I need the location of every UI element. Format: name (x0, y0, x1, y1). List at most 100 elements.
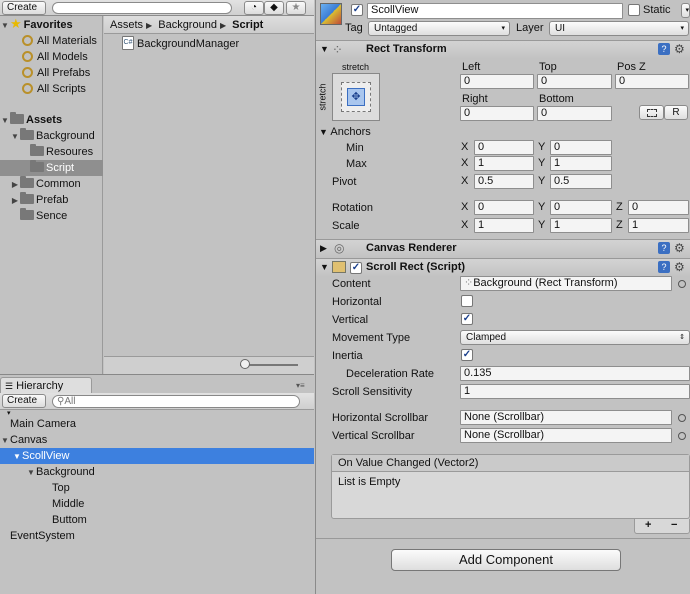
favorite-star-button[interactable]: ★ (286, 1, 306, 15)
hierarchy-toolbar: Create ▾ ⚲All (0, 393, 314, 417)
hierarchy-search-input[interactable]: ⚲All (52, 395, 300, 408)
object-picker-icon[interactable] (678, 280, 686, 288)
hierarchy-item-top[interactable]: Top (0, 480, 314, 496)
folder-item-resoures[interactable]: Resoures (0, 144, 103, 160)
vertical-checkbox[interactable]: ✓ (461, 313, 473, 325)
anchor-presets-button[interactable]: ✥ (332, 73, 380, 121)
top-field[interactable]: 0 (537, 74, 612, 89)
hierarchy-item-canvas[interactable]: ▼Canvas (0, 432, 314, 448)
hierarchy-item-scollview[interactable]: ▼ScollView (0, 448, 314, 464)
scroll-rect-header[interactable]: ▼ ✓ Scroll Rect (Script) ? ⚙ (316, 258, 690, 276)
horizontal-checkbox[interactable] (461, 295, 473, 307)
remove-event-button[interactable]: − (671, 519, 677, 531)
vertical-scrollbar-field[interactable]: None (Scrollbar) (460, 428, 672, 443)
object-picker-icon[interactable] (678, 414, 686, 422)
add-component-button[interactable]: Add Component (391, 549, 621, 571)
vertical-scrollbar-value: None (Scrollbar) (464, 429, 545, 441)
favorites-header[interactable]: ▼★ Favorites (0, 16, 103, 32)
scale-x-field[interactable]: 1 (474, 218, 534, 233)
raw-edit-button[interactable]: R (664, 105, 688, 120)
help-icon[interactable]: ? (658, 261, 670, 273)
blueprint-mode-button[interactable] (639, 105, 664, 120)
object-picker-icon[interactable] (678, 432, 686, 440)
hierarchy-item-label: Top (52, 482, 70, 494)
horizontal-scrollbar-value: None (Scrollbar) (464, 411, 545, 423)
tag-dropdown[interactable]: Untagged ▾ (368, 21, 510, 36)
horizontal-scrollbar-field[interactable]: None (Scrollbar) (460, 410, 672, 425)
hierarchy-item-main-camera[interactable]: Main Camera (0, 416, 314, 432)
help-icon[interactable]: ? (658, 43, 670, 55)
icon-size-slider-handle[interactable] (240, 359, 250, 369)
folder-item-script[interactable]: Script (0, 160, 103, 176)
content-field[interactable]: ⁘Background (Rect Transform) (460, 276, 672, 291)
anchors-max-x-field[interactable]: 1 (474, 156, 534, 171)
folder-item-sence[interactable]: Sence (0, 208, 103, 224)
folder-item-background[interactable]: ▼ Background (0, 128, 103, 144)
tab-hierarchy[interactable]: ☰ Hierarchy (0, 377, 92, 393)
rotation-x-field[interactable]: 0 (474, 200, 534, 215)
add-component-label: Add Component (459, 552, 553, 567)
pivot-y-field[interactable]: 0.5 (550, 174, 612, 189)
panel-menu-icon[interactable]: ▾≡ (296, 381, 305, 390)
gear-icon[interactable]: ⚙ (674, 242, 685, 254)
breadcrumb-item[interactable]: Background (158, 19, 217, 31)
active-checkbox[interactable]: ✓ (351, 4, 363, 16)
right-field[interactable]: 0 (460, 106, 534, 121)
x-label: X (461, 201, 469, 213)
deceleration-rate-field[interactable]: 0.135 (460, 366, 690, 381)
canvas-renderer-header[interactable]: ▶ ◎ Canvas Renderer ? ⚙ (316, 239, 690, 257)
asset-file-item[interactable]: C# BackgroundManager (122, 36, 239, 52)
project-search-input[interactable] (52, 2, 232, 14)
posz-field[interactable]: 0 (615, 74, 689, 89)
favorite-item[interactable]: All Prefabs (0, 65, 103, 81)
folder-item-common[interactable]: ▶ Common (0, 176, 103, 192)
gear-icon[interactable]: ⚙ (674, 261, 685, 273)
scale-x-value: 1 (478, 219, 485, 231)
help-icon[interactable]: ? (658, 242, 670, 254)
rotation-y-field[interactable]: 0 (550, 200, 612, 215)
gear-icon[interactable]: ⚙ (674, 43, 685, 55)
anchors-foldout[interactable]: ▼ Anchors (319, 125, 371, 139)
tag-value: Untagged (374, 23, 418, 34)
saved-search-icon (22, 66, 33, 78)
hierarchy-item-background[interactable]: ▼Background (0, 464, 314, 480)
anchors-max-y-field[interactable]: 1 (550, 156, 612, 171)
dashed-rect-icon (646, 109, 657, 117)
hierarchy-item-eventsystem[interactable]: EventSystem (0, 528, 314, 544)
bottom-field[interactable]: 0 (537, 106, 612, 121)
anchors-min-y-field[interactable]: 0 (550, 140, 612, 155)
folder-item-prefab[interactable]: ▶ Prefab (0, 192, 103, 208)
object-name-field[interactable]: ScollView (367, 3, 623, 19)
layer-dropdown[interactable]: UI ▾ (549, 21, 689, 36)
favorite-item-label: All Scripts (37, 83, 86, 95)
rotation-z-field[interactable]: 0 (628, 200, 689, 215)
event-empty-text: List is Empty (338, 476, 401, 488)
static-dropdown[interactable]: ▾ (681, 3, 690, 18)
favorite-item[interactable]: All Scripts (0, 81, 103, 97)
assets-header[interactable]: ▼ Assets (0, 112, 103, 128)
breadcrumb-item[interactable]: Assets (110, 19, 143, 31)
inertia-checkbox[interactable]: ✓ (461, 349, 473, 361)
pivot-x-field[interactable]: 0.5 (474, 174, 534, 189)
project-panel: Create ▾ ◔ ◆ ★ ▼★Favorites All Materials… (0, 0, 314, 374)
hierarchy-create-button[interactable]: Create ▾ (2, 394, 46, 417)
filter-by-type-button[interactable]: ◔ (244, 1, 264, 15)
favorite-item[interactable]: All Models (0, 49, 103, 65)
project-create-button[interactable]: Create ▾ (2, 1, 46, 24)
scroll-sensitivity-field[interactable]: 1 (460, 384, 690, 399)
left-field[interactable]: 0 (460, 74, 534, 89)
movement-type-dropdown[interactable]: Clamped ⇕ (460, 330, 690, 345)
static-checkbox[interactable] (628, 4, 640, 16)
breadcrumb-item-current[interactable]: Script (232, 19, 263, 31)
favorite-item[interactable]: All Materials (0, 33, 103, 49)
scroll-rect-enabled-checkbox[interactable]: ✓ (350, 262, 362, 274)
scroll-sensitivity-value: 1 (464, 385, 471, 397)
scale-z-field[interactable]: 1 (628, 218, 689, 233)
filter-by-label-button[interactable]: ◆ (264, 1, 284, 15)
hierarchy-item-middle[interactable]: Middle (0, 496, 314, 512)
anchors-min-x-field[interactable]: 0 (474, 140, 534, 155)
scale-y-field[interactable]: 1 (550, 218, 612, 233)
rect-transform-header[interactable]: ▼ ⁘ Rect Transform ? ⚙ (316, 40, 690, 58)
hierarchy-item-buttom[interactable]: Buttom (0, 512, 314, 528)
add-event-button[interactable]: + (645, 519, 651, 531)
